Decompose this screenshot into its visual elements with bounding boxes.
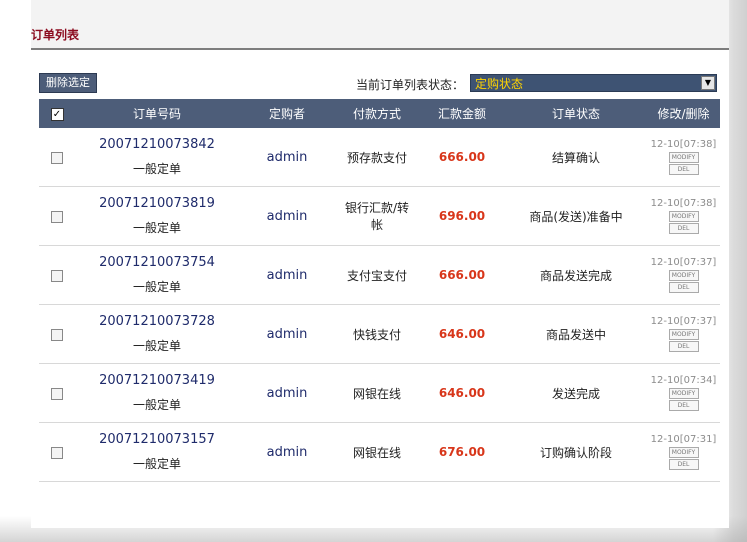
row-checkbox[interactable]	[51, 151, 63, 164]
buyer-link[interactable]: admin	[267, 150, 308, 165]
amount: 646.00	[438, 386, 486, 400]
order-time: 12-10[07:31]	[650, 434, 717, 445]
order-number-link[interactable]: 20071210073754	[75, 255, 239, 270]
table-row: 20071210073728 一般定单 admin 快钱支付 646.00 商品发…	[39, 304, 720, 364]
amount: 676.00	[438, 445, 486, 459]
delete-button[interactable]: DEL	[668, 164, 699, 175]
row-checkbox[interactable]	[51, 328, 63, 341]
order-status: 商品(发送)准备中	[505, 186, 647, 246]
table-row: 20071210073819 一般定单 admin 银行汇款/转帐 696.00 …	[39, 186, 720, 246]
order-status: 订购确认阶段	[505, 422, 647, 482]
delete-button[interactable]: DEL	[668, 341, 699, 352]
orders-table: ✓ 订单号码 定购者 付款方式 汇款金额 订单状态 修改/删除 20071210…	[39, 99, 720, 482]
order-status-select[interactable]: 定购状态 ▼	[470, 74, 717, 92]
header-order-no: 订单号码	[75, 99, 239, 128]
order-time: 12-10[07:37]	[650, 316, 717, 327]
panel-header: 订单列表	[31, 0, 729, 50]
header-payment: 付款方式	[335, 99, 419, 128]
order-number-link[interactable]: 20071210073842	[75, 137, 239, 152]
order-number-link[interactable]: 20071210073157	[75, 432, 239, 447]
table-row: 20071210073754 一般定单 admin 支付宝支付 666.00 商品…	[39, 245, 720, 305]
chevron-down-icon[interactable]: ▼	[701, 76, 715, 90]
amount: 666.00	[438, 150, 486, 164]
order-type: 一般定单	[132, 221, 181, 235]
order-time: 12-10[07:34]	[650, 375, 717, 386]
buyer-link[interactable]: admin	[267, 445, 308, 460]
order-type: 一般定单	[132, 162, 181, 176]
order-status: 商品发送完成	[505, 245, 647, 305]
delete-button[interactable]: DEL	[668, 223, 699, 234]
modify-button[interactable]: MODIFY	[668, 152, 699, 163]
modify-button[interactable]: MODIFY	[668, 270, 699, 281]
row-checkbox[interactable]	[51, 387, 63, 400]
amount: 696.00	[438, 209, 486, 223]
row-checkbox[interactable]	[51, 210, 63, 223]
order-type: 一般定单	[132, 280, 181, 294]
modify-button[interactable]: MODIFY	[668, 329, 699, 340]
order-status-filter-label: 当前订单列表状态：	[356, 78, 465, 92]
order-number-link[interactable]: 20071210073728	[75, 314, 239, 329]
select-all-checkbox[interactable]: ✓	[50, 107, 64, 121]
order-type: 一般定单	[132, 398, 181, 412]
order-status: 商品发送中	[505, 304, 647, 364]
order-list-panel: 订单列表 删除选定 当前订单列表状态： 定购状态 ▼ ✓ 订单号码 定购者 付款…	[31, 0, 729, 528]
payment-method: 银行汇款/转帐	[335, 186, 419, 246]
order-status: 结算确认	[505, 128, 647, 187]
order-type: 一般定单	[132, 457, 181, 471]
buyer-link[interactable]: admin	[267, 209, 308, 224]
payment-method: 支付宝支付	[335, 245, 419, 305]
header-buyer: 定购者	[239, 99, 335, 128]
order-number-link[interactable]: 20071210073419	[75, 373, 239, 388]
row-checkbox[interactable]	[51, 269, 63, 282]
header-amount: 汇款金额	[419, 99, 505, 128]
delete-button[interactable]: DEL	[668, 459, 699, 470]
header-edit: 修改/删除	[647, 99, 720, 128]
header-status: 订单状态	[505, 99, 647, 128]
modify-button[interactable]: MODIFY	[668, 447, 699, 458]
table-header-row: ✓ 订单号码 定购者 付款方式 汇款金额 订单状态 修改/删除	[39, 99, 720, 128]
payment-method: 网银在线	[335, 363, 419, 423]
delete-button[interactable]: DEL	[668, 400, 699, 411]
amount: 646.00	[438, 327, 486, 341]
payment-method: 网银在线	[335, 422, 419, 482]
row-checkbox[interactable]	[51, 446, 63, 459]
table-row: 20071210073157 一般定单 admin 网银在线 676.00 订购确…	[39, 422, 720, 482]
order-time: 12-10[07:37]	[650, 257, 717, 268]
order-time: 12-10[07:38]	[650, 198, 717, 209]
amount: 666.00	[438, 268, 486, 282]
table-row: 20071210073842 一般定单 admin 预存款支付 666.00 结算…	[39, 128, 720, 187]
payment-method: 快钱支付	[335, 304, 419, 364]
delete-selected-button[interactable]: 删除选定	[39, 73, 97, 93]
panel-title: 订单列表	[31, 28, 80, 42]
table-row: 20071210073419 一般定单 admin 网银在线 646.00 发送完…	[39, 363, 720, 423]
delete-button[interactable]: DEL	[668, 282, 699, 293]
order-time: 12-10[07:38]	[650, 139, 717, 150]
select-all-header: ✓	[39, 99, 75, 128]
payment-method: 预存款支付	[335, 128, 419, 187]
order-status: 发送完成	[505, 363, 647, 423]
order-status-select-value: 定购状态	[475, 77, 524, 91]
buyer-link[interactable]: admin	[267, 268, 308, 283]
modify-button[interactable]: MODIFY	[668, 388, 699, 399]
buyer-link[interactable]: admin	[267, 386, 308, 401]
buyer-link[interactable]: admin	[267, 327, 308, 342]
order-type: 一般定单	[132, 339, 181, 353]
modify-button[interactable]: MODIFY	[668, 211, 699, 222]
order-number-link[interactable]: 20071210073819	[75, 196, 239, 211]
